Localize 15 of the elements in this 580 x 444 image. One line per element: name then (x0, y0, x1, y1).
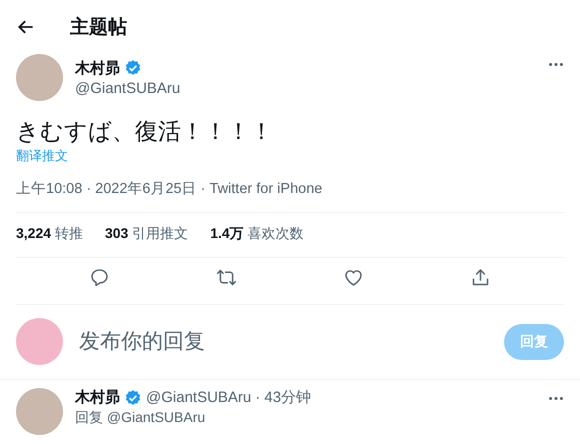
tweet-text: きむすば、復活！！！！ (16, 117, 274, 146)
stat-count[interactable]: 3,224 转推 (16, 225, 83, 243)
author-name[interactable]: 木村昴 (75, 388, 120, 407)
reply-time: · 43分钟 (255, 388, 312, 407)
more-options-icon[interactable] (548, 62, 564, 67)
author-handle[interactable]: @GiantSUBAru (75, 80, 536, 96)
more-options-icon[interactable] (548, 396, 564, 401)
stat-count[interactable]: 303 引用推文 (104, 225, 188, 243)
reply-input-field[interactable]: 发布你的回复 (77, 328, 490, 354)
tweet-timestamp: 上午10:08 · 2022年6月25日 · Twitter for iPhone (16, 180, 324, 198)
stat-count[interactable]: 1.4万 喜欢次数 (210, 225, 304, 243)
author-handle[interactable]: @GiantSUBAru (146, 389, 252, 406)
page-title: 主题帖 (70, 16, 127, 40)
replying-to-text: 回复 @GiantSUBAru (75, 409, 206, 427)
author-name[interactable]: 木村昴 (75, 58, 120, 78)
